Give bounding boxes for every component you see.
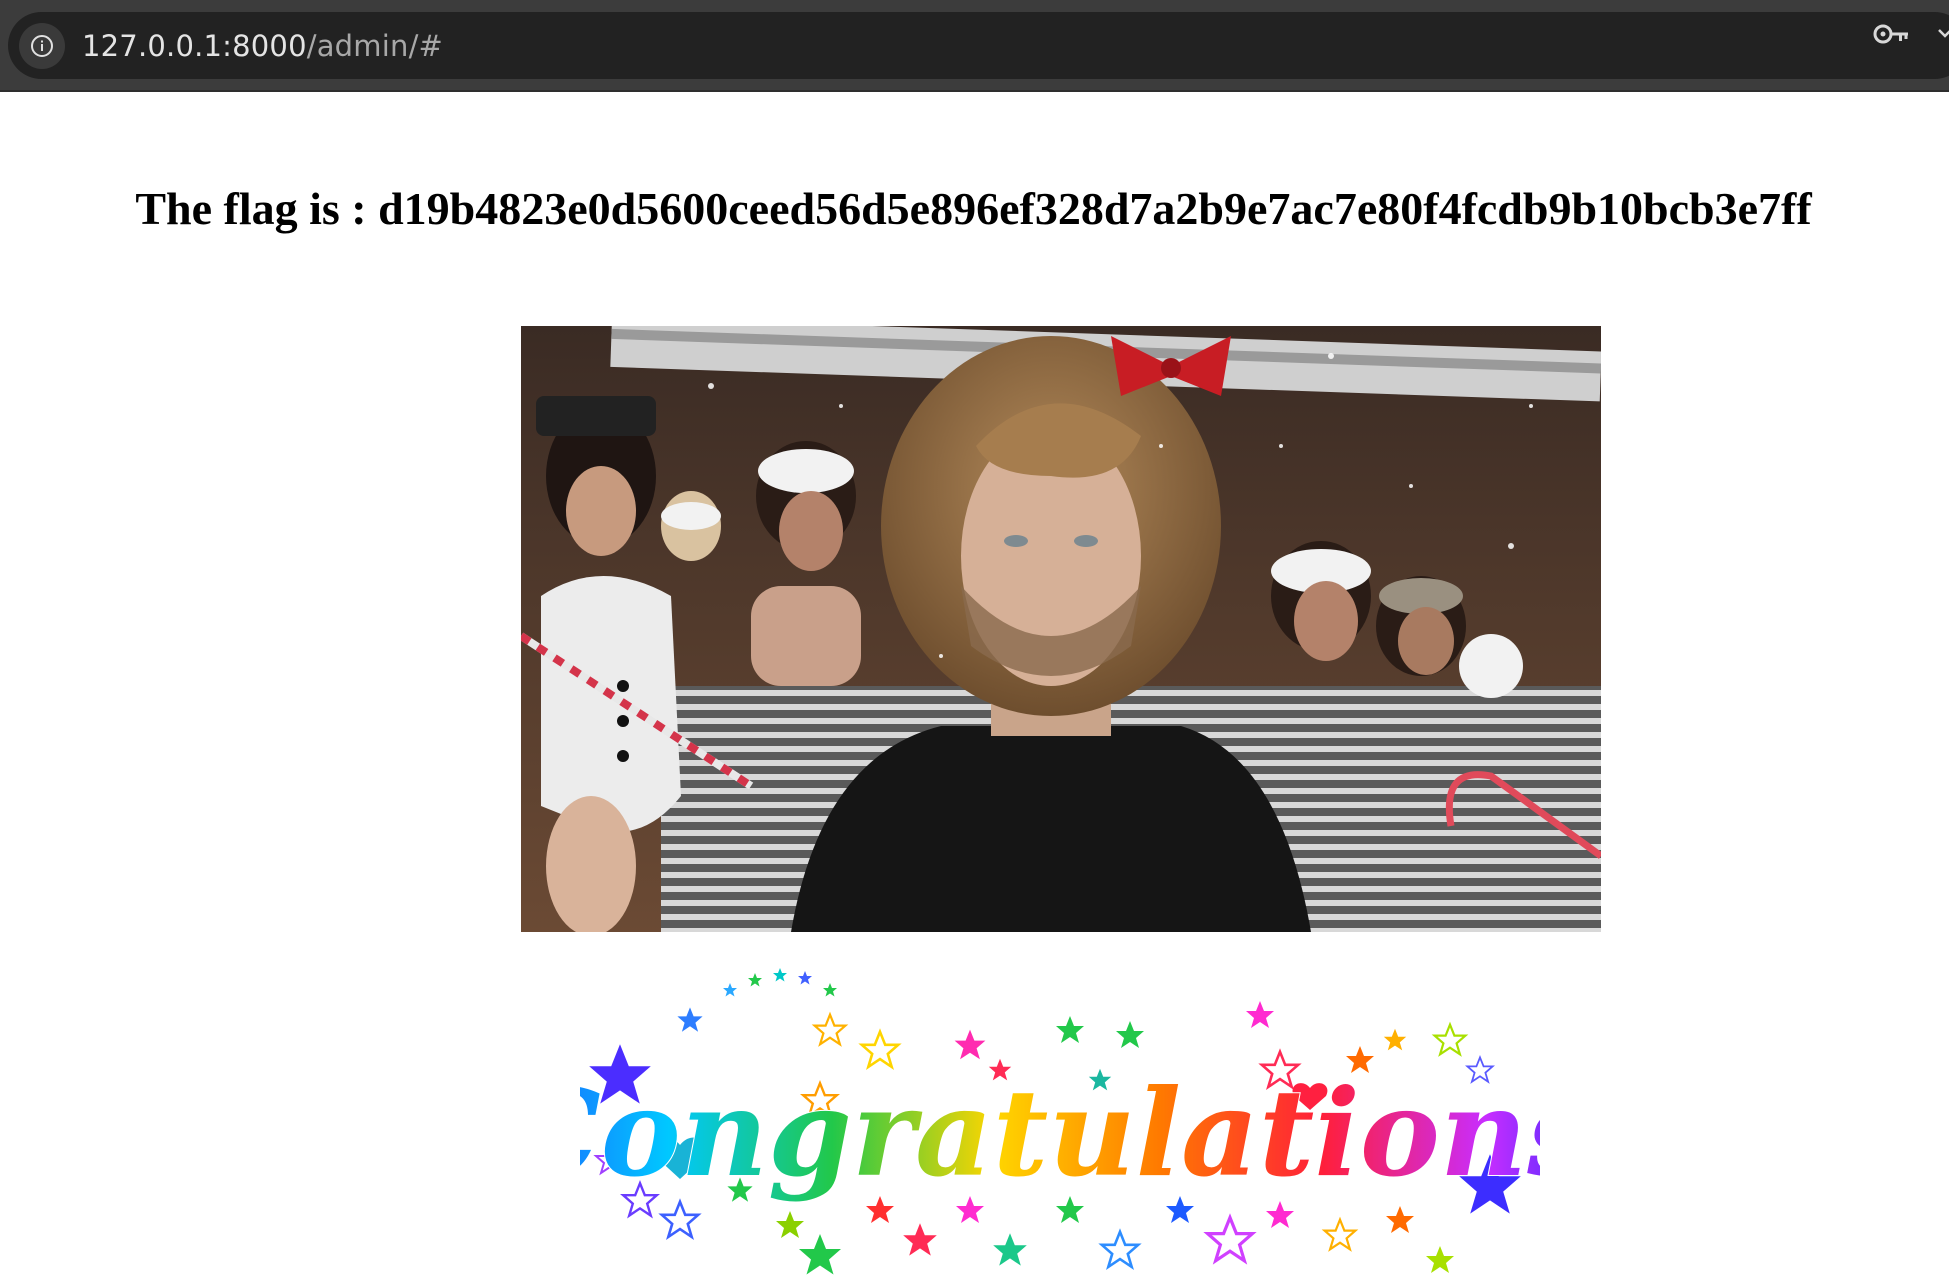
key-icon[interactable] [1873, 22, 1911, 46]
celebration-gif [521, 326, 1601, 932]
url-text[interactable]: 127.0.0.1:8000/admin/# [82, 26, 443, 66]
site-info-button[interactable] [19, 23, 65, 69]
info-circle-icon [31, 35, 53, 57]
flag-heading: The flag is : d19b4823e0d5600ceed56d5e89… [135, 183, 1812, 234]
celebration-gif-illustration [521, 326, 1601, 932]
congratulations-graphic: Congratulations [580, 968, 1540, 1275]
browser-toolbar: 127.0.0.1:8000/admin/# [0, 0, 1949, 92]
chevron-down-icon[interactable] [1938, 26, 1949, 40]
address-bar[interactable]: 127.0.0.1:8000/admin/# [8, 12, 1949, 79]
url-path: /admin/# [306, 29, 444, 63]
url-host: 127.0.0.1:8000 [82, 29, 307, 63]
congratulations-text: Congratulations [580, 1063, 1540, 1204]
congratulations-banner: Congratulations [580, 960, 1540, 1280]
